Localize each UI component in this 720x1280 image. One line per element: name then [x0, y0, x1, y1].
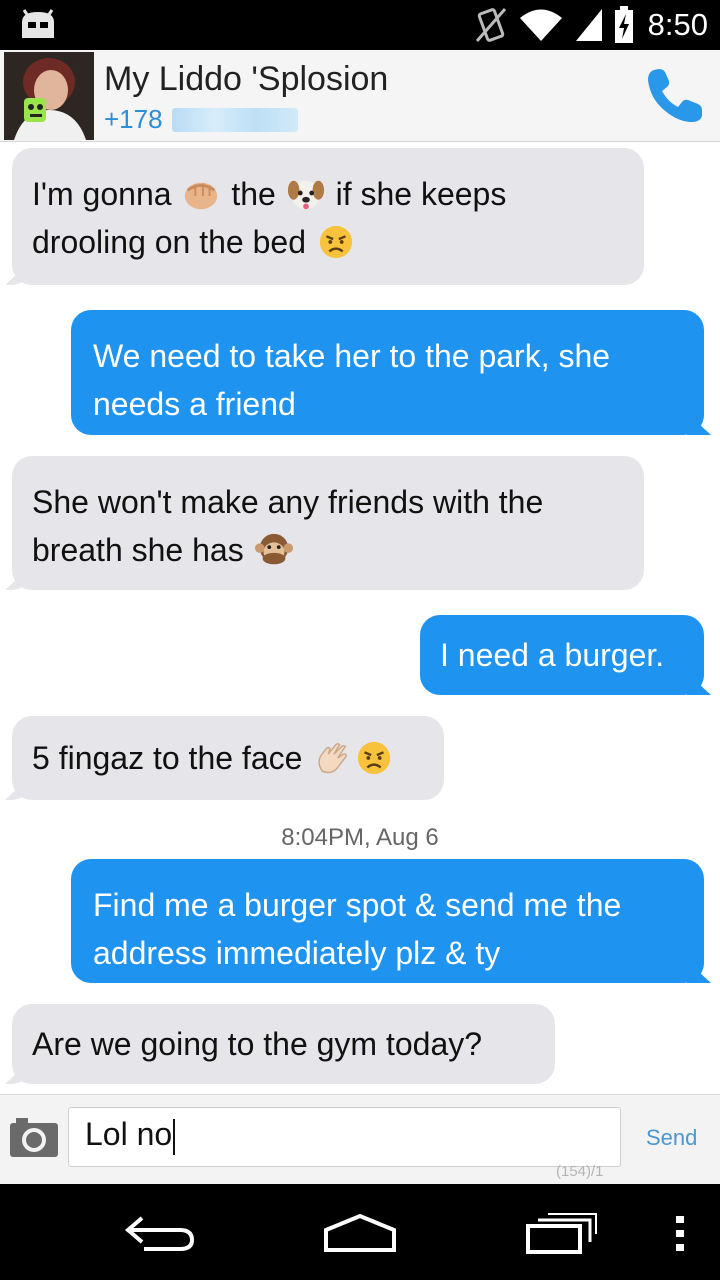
message-bubble-incoming[interactable]: 5 fingaz to the face [12, 716, 444, 800]
message-text: 5 fingaz to the face [32, 740, 395, 776]
char-counter: (154)/1 [556, 1163, 604, 1180]
no-vibrate-icon [475, 8, 506, 42]
compose-bar: Lol no Send (154)/1 [0, 1094, 720, 1184]
message-text: She won't make any friends with the brea… [32, 484, 553, 568]
navigation-bar [0, 1184, 720, 1280]
recent-apps-icon[interactable] [524, 1210, 598, 1256]
angry-face-emoji [358, 741, 391, 774]
message-timestamp: 8:04PM, Aug 6 [281, 824, 439, 851]
conversation-header: My Liddo 'Splosion +178 [0, 50, 720, 142]
message-bubble-outgoing[interactable]: I need a burger. [420, 615, 704, 695]
speak-no-evil-monkey-emoji [254, 533, 293, 564]
fist-emoji [185, 182, 218, 209]
text-cursor [173, 1118, 176, 1155]
angry-face-emoji [319, 225, 353, 258]
message-text: I need a burger. [440, 637, 665, 673]
menu-icon[interactable] [674, 1214, 686, 1254]
send-button[interactable]: Send [646, 1125, 697, 1151]
contact-name: My Liddo 'Splosion [104, 60, 389, 98]
avatar[interactable] [4, 52, 94, 140]
phone-icon[interactable] [640, 64, 706, 130]
status-time: 8:50 [647, 7, 708, 42]
message-text: We need to take her to the park, she nee… [93, 338, 619, 422]
back-icon[interactable] [122, 1214, 196, 1252]
message-list[interactable]: I'm gonna the if she keeps drooling on t… [0, 142, 720, 1094]
message-text: Find me a burger spot & send me the addr… [93, 887, 631, 971]
home-icon[interactable] [322, 1212, 398, 1254]
message-bubble-incoming[interactable]: Are we going to the gym today? [12, 1004, 555, 1084]
message-input[interactable]: Lol no [68, 1107, 621, 1167]
message-bubble-incoming[interactable]: I'm gonna the if she keeps drooling on t… [12, 148, 644, 285]
message-text: Are we going to the gym today? [32, 1026, 483, 1062]
dog-emoji [287, 180, 324, 209]
waving-hand-emoji [318, 742, 348, 773]
wifi-icon [519, 9, 562, 41]
message-bubble-outgoing[interactable]: Find me a burger spot & send me the addr… [71, 859, 704, 983]
signal-icon [575, 9, 602, 41]
camera-icon[interactable] [8, 1115, 60, 1159]
battery-charging-icon [614, 6, 633, 43]
android-icon [22, 9, 54, 38]
message-bubble-outgoing[interactable]: We need to take her to the park, she nee… [71, 310, 704, 435]
message-bubble-incoming[interactable]: She won't make any friends with the brea… [12, 456, 644, 590]
message-text: I'm gonna the if she keeps drooling on t… [32, 176, 516, 260]
redacted-number [172, 108, 298, 132]
contact-number: +178 [104, 104, 163, 134]
status-bar: 8:50 [0, 0, 720, 50]
